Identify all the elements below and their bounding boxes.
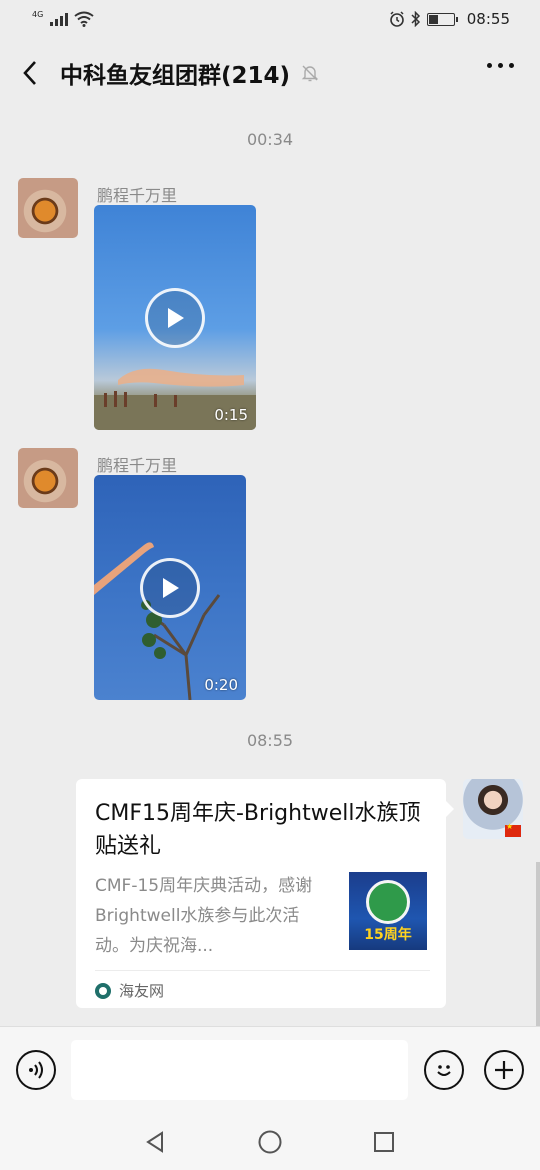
my-avatar[interactable] — [463, 779, 523, 839]
chat-header: 中科鱼友组团群(214) — [0, 38, 540, 108]
video-duration: 0:15 — [214, 406, 248, 424]
chat-title: 中科鱼友组团群(214) — [60, 63, 291, 89]
status-bar: 4G 08:55 — [0, 0, 540, 38]
bell-off-icon — [301, 65, 319, 82]
status-left: 4G — [32, 9, 94, 27]
source-name: 海友网 — [119, 982, 165, 1000]
link-card-source: 海友网 — [95, 980, 164, 1001]
play-icon — [163, 578, 179, 598]
video-message[interactable]: 0:15 — [94, 205, 256, 430]
system-home-button[interactable] — [256, 1128, 284, 1156]
network-type-label: 4G — [32, 9, 44, 19]
link-card-description: CMF-15周年庆典活动，感谢Brightwell水族参与此次活动。为庆祝海..… — [95, 876, 313, 956]
bluetooth-icon — [411, 11, 420, 27]
link-card-title: CMF15周年庆-Brightwell水族顶贴送礼 — [95, 801, 421, 859]
system-navigation-bar — [0, 1114, 540, 1170]
scrollbar[interactable] — [536, 862, 540, 1026]
sender-name: 鹏程千万里 — [97, 456, 178, 475]
signal-icon — [50, 12, 69, 26]
flag-icon — [505, 822, 521, 837]
input-bar — [0, 1026, 540, 1114]
avatar[interactable] — [18, 448, 78, 508]
system-recent-button[interactable] — [370, 1128, 398, 1156]
wifi-icon — [74, 11, 94, 27]
avatar[interactable] — [18, 178, 78, 238]
play-icon — [168, 308, 184, 328]
sender-name: 鹏程千万里 — [97, 186, 178, 205]
emoji-icon — [437, 1065, 451, 1076]
back-arrow-icon — [23, 61, 36, 85]
timestamp: 00:34 — [246, 130, 294, 149]
timestamp: 08:55 — [246, 731, 294, 750]
alarm-icon — [389, 11, 404, 27]
thumbnail-logo — [366, 880, 410, 924]
play-button[interactable] — [145, 288, 205, 348]
back-button[interactable] — [0, 38, 60, 108]
circle-home-icon — [258, 1130, 282, 1154]
play-button[interactable] — [140, 558, 200, 618]
thumbnail-text: 15周年 — [364, 927, 412, 943]
emoji-button[interactable] — [424, 1050, 464, 1090]
square-recent-icon — [374, 1132, 394, 1152]
system-back-button[interactable] — [141, 1128, 169, 1156]
more-button[interactable] — [487, 63, 514, 68]
triangle-back-icon — [146, 1131, 163, 1153]
voice-icon — [29, 1061, 43, 1079]
battery-icon — [426, 12, 458, 26]
divider — [95, 970, 430, 971]
plus-button[interactable] — [484, 1050, 524, 1090]
link-card-thumbnail: 15周年 — [349, 872, 427, 950]
bubble-tail — [446, 801, 454, 817]
status-time: 08:55 — [466, 10, 510, 28]
message-input[interactable] — [71, 1040, 408, 1100]
video-duration: 0:20 — [204, 676, 238, 694]
link-card-message[interactable]: CMF15周年庆-Brightwell水族顶贴送礼 CMF-15周年庆典活动，感… — [76, 779, 454, 1008]
video-message[interactable]: 0:20 — [94, 475, 246, 700]
more-dots-icon — [487, 63, 492, 68]
status-right: 08:55 — [389, 10, 510, 28]
voice-button[interactable] — [16, 1050, 56, 1090]
source-logo-icon — [95, 982, 111, 999]
plus-icon — [495, 1061, 513, 1079]
